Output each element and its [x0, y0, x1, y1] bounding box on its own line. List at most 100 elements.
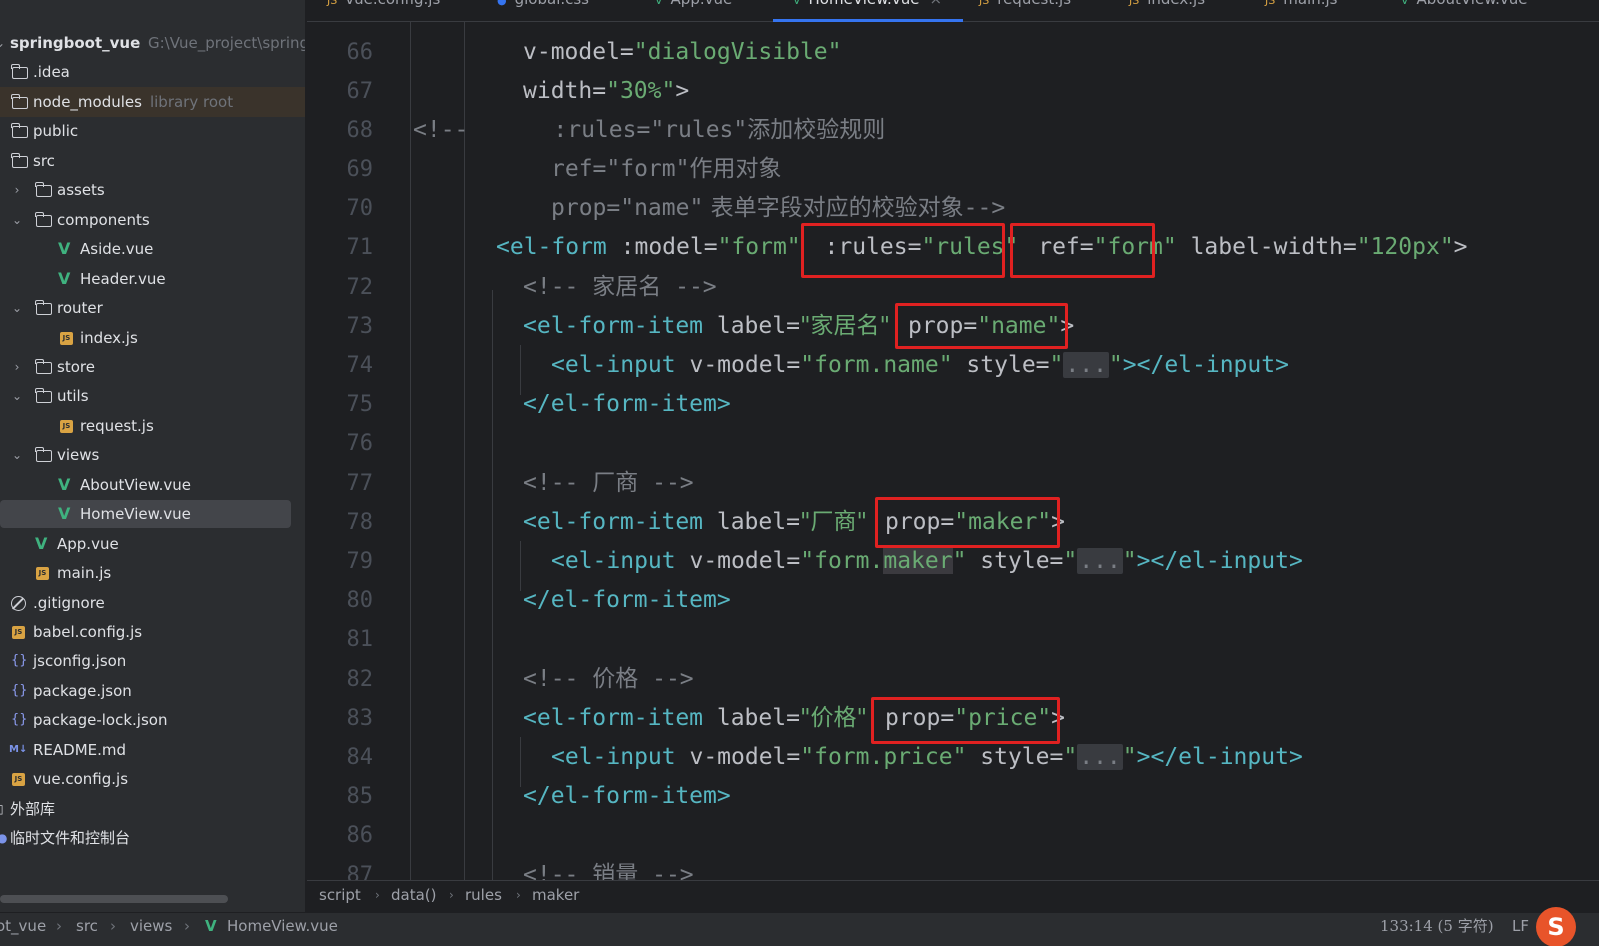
breadcrumb-item[interactable]: rules [465, 881, 502, 909]
breadcrumb-item[interactable]: data() [391, 881, 437, 909]
annotation-box-ref [1010, 223, 1155, 278]
tree-item-views[interactable]: ⌄ views [0, 440, 305, 470]
tree-item-router[interactable]: ⌄ router [0, 293, 305, 323]
tree-item-label: HomeView.vue [80, 505, 191, 524]
code-line-74: <el-input v-model="form.name" style="...… [551, 352, 1289, 378]
tree-item-label: 外部库 [10, 799, 56, 818]
tab-global-css[interactable]: ●global.css [497, 0, 589, 10]
tree-item-package-lock-json[interactable]: {} package-lock.json [0, 705, 305, 735]
tree-item-label: Header.vue [80, 269, 166, 288]
status-path-item[interactable]: HomeView.vue [227, 915, 338, 937]
ide-window: ⌄ springboot_vue G:\Vue_project\spring .… [0, 0, 1599, 946]
close-icon[interactable]: × [929, 0, 942, 8]
tree-item-babel-config-js[interactable]: JS babel.config.js [0, 617, 305, 647]
tree-item-assets[interactable]: › assets [0, 175, 305, 205]
code-line-68: <!--:rules="rules"添加校验规则 [413, 117, 886, 143]
tab-request-js[interactable]: JSrequest.js [979, 0, 1071, 10]
js-file-icon: JS [327, 0, 338, 7]
tree-item-homeview-vue[interactable]: V HomeView.vue [0, 499, 305, 529]
vue-file-icon: V [58, 474, 71, 494]
status-path-item[interactable]: views [130, 915, 172, 937]
js-file-icon: JS [36, 567, 49, 581]
js-file-icon: JS [12, 626, 25, 639]
sidebar-horizontal-scrollbar[interactable] [0, 895, 228, 903]
vue-file-icon: V [1401, 0, 1409, 7]
folded-code-marker[interactable]: ... [1077, 744, 1123, 770]
json-file-icon: {} [11, 712, 28, 728]
markdown-file-icon: M↓ [9, 743, 28, 755]
folded-code-marker[interactable]: ... [1077, 548, 1123, 574]
tab-app-vue[interactable]: VApp.vue [655, 0, 732, 10]
code-line-77: <!-- 厂商 --> [523, 470, 694, 496]
tree-item-public[interactable]: public [0, 116, 305, 146]
tab-homeview-vue[interactable]: VHomeView.vue× [793, 0, 942, 10]
tree-item-app-vue[interactable]: V App.vue [0, 529, 305, 559]
chevron-down-icon[interactable]: ⌄ [11, 293, 23, 323]
code-line-85: </el-form-item> [523, 783, 731, 809]
breadcrumb-item[interactable]: script [319, 881, 361, 909]
tree-item-label: vue.config.js [33, 770, 129, 789]
tree-item-utils[interactable]: ⌄ utils [0, 381, 305, 411]
folder-icon [35, 358, 52, 374]
tree-item-label: store [57, 357, 95, 376]
tree-item-gitignore[interactable]: .gitignore [0, 588, 305, 618]
folded-code-marker[interactable]: ... [1063, 352, 1109, 378]
chevron-right-icon: › [516, 888, 521, 902]
tree-item-aboutview-vue[interactable]: V AboutView.vue [0, 470, 305, 500]
vue-file-icon: V [58, 268, 71, 288]
tree-item-header-vue[interactable]: V Header.vue [0, 264, 305, 294]
tree-item-vue-config-js[interactable]: JS vue.config.js [0, 764, 305, 794]
css-file-icon: ● [497, 0, 507, 7]
status-path-item[interactable]: ot_vue [0, 915, 46, 937]
tree-item-request-js[interactable]: JS request.js [0, 411, 305, 441]
tree-item-idea[interactable]: .idea [0, 57, 305, 87]
vue-file-icon: V [793, 0, 801, 7]
code-editor[interactable]: JSvue.config.js ●global.css VApp.vue VHo… [307, 0, 1599, 880]
tree-item-package-json[interactable]: {} package.json [0, 676, 305, 706]
tab-index-js[interactable]: JSindex.js [1129, 0, 1205, 10]
code-area[interactable]: v-model="dialogVisible" width="30%"> <!-… [307, 22, 1599, 880]
tree-item-main-js[interactable]: JS main.js [0, 558, 305, 588]
project-path: G:\Vue_project\spring [148, 34, 305, 52]
tree-item-root[interactable]: ⌄ springboot_vue G:\Vue_project\spring [0, 28, 305, 58]
js-file-icon: JS [12, 773, 25, 787]
tree-item-label: assets [57, 181, 105, 200]
chevron-right-icon[interactable]: › [11, 352, 23, 382]
tab-main-js[interactable]: JSmain.js [1265, 0, 1337, 10]
highlighted-word: maker [883, 548, 953, 574]
tree-item-external-libraries[interactable]: ▯ 外部库 [0, 794, 305, 824]
breadcrumb-item[interactable]: maker [532, 881, 579, 909]
tree-item-router-index-js[interactable]: JS index.js [0, 323, 305, 353]
tree-item-label: .idea [33, 63, 70, 82]
tree-item-label: node_modules library root [33, 92, 234, 111]
tree-item-label: AboutView.vue [80, 475, 191, 494]
tree-item-store[interactable]: › store [0, 352, 305, 382]
status-bar: ot_vue › src › views › V HomeView.vue 13… [0, 907, 1599, 946]
status-path-item[interactable]: src [76, 915, 98, 937]
tree-item-readme-md[interactable]: M↓ README.md [0, 735, 305, 765]
tree-item-aside-vue[interactable]: V Aside.vue [0, 234, 305, 264]
tree-item-label: README.md [33, 740, 127, 759]
folder-icon [35, 182, 52, 198]
tree-item-jsconfig-json[interactable]: {} jsconfig.json [0, 646, 305, 676]
project-sidebar: ⌄ springboot_vue G:\Vue_project\spring .… [0, 0, 305, 912]
chevron-down-icon[interactable]: ⌄ [11, 381, 23, 411]
tree-item-label: request.js [80, 416, 154, 435]
tree-item-scratches[interactable]: ● 临时文件和控制台 [0, 823, 305, 853]
tree-item-label: .gitignore [33, 593, 105, 612]
cursor-position[interactable]: 133:14 (5 字符) [1380, 915, 1494, 937]
tree-item-components[interactable]: ⌄ components [0, 205, 305, 235]
chevron-right-icon[interactable]: › [11, 175, 23, 205]
chevron-down-icon[interactable]: ⌄ [11, 440, 23, 470]
vue-file-icon: V [58, 239, 71, 259]
line-ending[interactable]: LF [1512, 915, 1529, 937]
chevron-down-icon[interactable]: ⌄ [11, 205, 23, 235]
tab-vue-config-js[interactable]: JSvue.config.js [327, 0, 440, 10]
annotation-box-prop-name [895, 303, 1068, 349]
tab-aboutview-vue[interactable]: VAboutView.vue [1401, 0, 1527, 10]
chevron-down-icon[interactable]: ⌄ [0, 28, 6, 58]
tree-item-node-modules[interactable]: node_modules library root [0, 86, 305, 117]
annotation-box-prop-maker [875, 497, 1060, 548]
json-file-icon: {} [11, 653, 28, 669]
tree-item-src[interactable]: src [0, 146, 305, 176]
